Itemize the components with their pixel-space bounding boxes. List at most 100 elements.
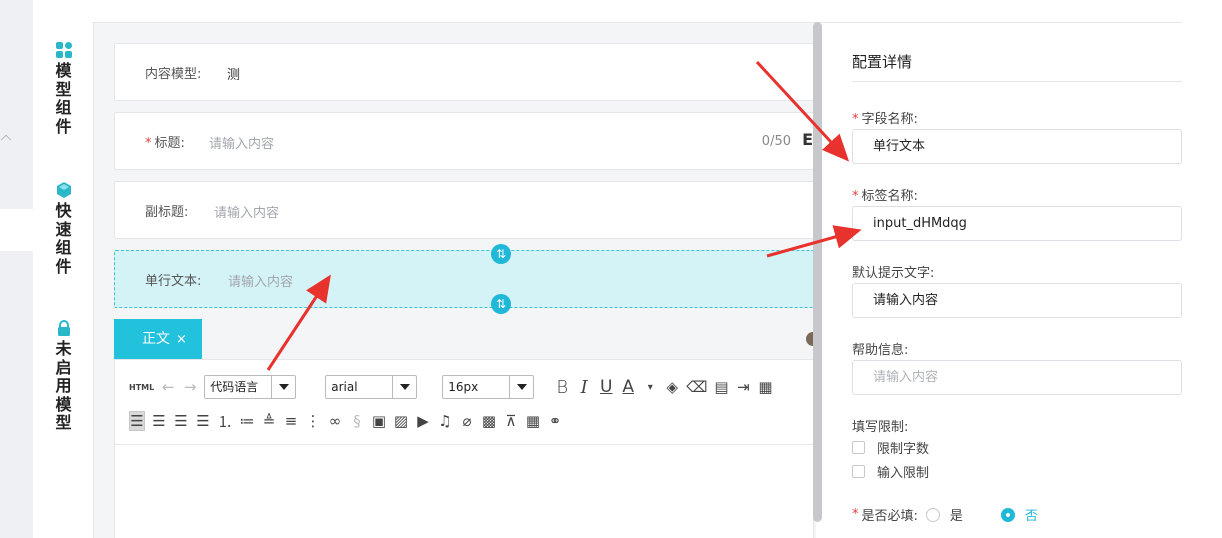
field-label: 副标题:: [145, 205, 189, 220]
radio-yes[interactable]: [925, 507, 940, 522]
field-single-text-selected[interactable]: 单行文本: 请输入内容: [114, 250, 814, 308]
tab-body[interactable]: 正文 ×: [114, 319, 202, 359]
title-char-counter: 0/50: [761, 134, 791, 149]
bold-button[interactable]: B: [554, 377, 570, 398]
eraser-icon[interactable]: ⌫: [686, 378, 707, 396]
tag-name-label: * 标签名称:: [852, 189, 918, 204]
field-title[interactable]: * 标题: 请输入内容 0/50 E: [114, 112, 814, 170]
table-icon[interactable]: ▦: [525, 412, 541, 430]
radio-no[interactable]: [1000, 507, 1015, 522]
unlink-icon[interactable]: §: [349, 412, 365, 430]
required-label: 是否必填:: [861, 509, 918, 524]
limit-chars-checkbox[interactable]: 限制字数: [852, 438, 929, 457]
code-language-select[interactable]: 代码语言: [204, 375, 297, 399]
image-icon[interactable]: ▣: [371, 412, 387, 430]
menu-group-disabled-models[interactable]: 未启用模型: [33, 320, 94, 433]
drag-handle-bottom-icon[interactable]: ⇅: [491, 294, 511, 314]
menu-group-label: 模型组件: [55, 61, 72, 136]
toolbar-row-1: HTML ← → 代码语言 arial 16px B I U A ▾ ◈ ⌫ ▤…: [129, 372, 773, 402]
music-icon[interactable]: ♫: [437, 412, 453, 430]
font-family-select[interactable]: arial: [325, 375, 418, 399]
help-info-input[interactable]: 请输入内容: [852, 360, 1182, 395]
checkbox-label: 输入限制: [877, 466, 930, 481]
outdent-icon[interactable]: ⋮: [305, 412, 321, 430]
rich-text-editor: HTML ← → 代码语言 arial 16px B I U A ▾ ◈ ⌫ ▤…: [114, 359, 815, 538]
field-subtitle[interactable]: 副标题: 请输入内容: [114, 181, 814, 239]
menu-group-model-components[interactable]: 模型组件: [33, 42, 94, 136]
outer-sidebar: [0, 0, 33, 538]
redo-icon[interactable]: →: [182, 378, 198, 396]
chevron-up-icon[interactable]: [0, 134, 12, 146]
subtitle-input[interactable]: 请输入内容: [214, 202, 279, 221]
link-icon[interactable]: ∞: [327, 412, 343, 430]
component-menu: 模型组件 快速组件 未启用模型: [33, 22, 94, 538]
align-center-icon[interactable]: ☰: [173, 412, 189, 430]
unordered-list-icon[interactable]: ≔: [239, 412, 255, 430]
drag-handle-top-icon[interactable]: ⇅: [491, 244, 511, 264]
checkbox-label: 限制字数: [877, 442, 930, 457]
multi-image-icon[interactable]: ▨: [393, 412, 409, 430]
config-panel: 配置详情 * 字段名称: 单行文本 * 标签名称: input_dHMdqg 默认提…: [822, 23, 1222, 538]
search-replace-icon[interactable]: ⚭: [547, 412, 563, 430]
help-info-label: 帮助信息:: [852, 343, 909, 358]
form-canvas: 内容模型: 测 * 标题: 请输入内容 0/50 E 副标题: 请输入内容 单行文…: [94, 23, 816, 538]
default-hint-input[interactable]: 请输入内容: [852, 283, 1182, 318]
default-hint-label: 默认提示文字:: [852, 266, 935, 281]
canvas-scrollbar[interactable]: [813, 22, 822, 522]
field-label: 内容模型:: [145, 67, 202, 82]
input-limit-checkbox[interactable]: 输入限制: [852, 462, 929, 481]
line-height-icon[interactable]: ≜: [261, 412, 277, 430]
tag-name-input[interactable]: input_dHMdqg: [852, 206, 1182, 241]
pagebreak-icon[interactable]: ⊼: [503, 412, 519, 430]
single-text-input[interactable]: 请输入内容: [228, 271, 293, 290]
indent-icon[interactable]: ⇥: [735, 378, 751, 396]
radio-yes-label[interactable]: 是: [950, 505, 963, 524]
menu-group-quick-components[interactable]: 快速组件: [33, 182, 94, 276]
tab-label: 正文: [142, 331, 170, 347]
map-icon[interactable]: ▩: [481, 412, 497, 430]
cube-icon: [56, 182, 71, 198]
required-radio-group: * 是否必填: 是 否: [852, 505, 1038, 524]
toolbar-row-2: ☰ ☰ ☰ ☰ ⒈ ≔ ≜ ≡ ⋮ ∞ § ▣ ▨ ▶ ♫ ⌀ ▩ ⊼ ▦ ⚭: [129, 406, 563, 436]
video-icon[interactable]: ▶: [415, 412, 431, 430]
align-left-icon[interactable]: ☰: [129, 411, 145, 431]
fill-limit-label: 填写限制:: [852, 420, 909, 435]
outer-sidebar-selected-item[interactable]: [0, 209, 33, 251]
font-color-button[interactable]: A: [620, 377, 636, 397]
field-name-label: * 字段名称:: [852, 112, 918, 127]
panel-divider: [852, 81, 1182, 82]
close-icon[interactable]: ×: [176, 332, 187, 347]
grid-icon: [55, 42, 72, 58]
toolbar-divider: [115, 444, 815, 445]
menu-group-label: 快速组件: [55, 201, 72, 276]
content-model-value: 测: [227, 68, 241, 83]
paragraph-spacing-icon[interactable]: ≡: [283, 412, 299, 430]
undo-icon[interactable]: ←: [160, 378, 176, 396]
checkbox-box[interactable]: [852, 441, 865, 454]
field-name-input[interactable]: 单行文本: [852, 129, 1182, 164]
app-root: 模型组件 快速组件 未启用模型 内容模型: 测 *标题: 请输入内容 0/50: [0, 0, 1222, 538]
lock-icon: [57, 320, 70, 336]
paragraph-format-icon[interactable]: ▤: [713, 378, 729, 396]
attachment-icon[interactable]: ⌀: [459, 412, 475, 430]
italic-button[interactable]: I: [576, 377, 592, 398]
font-color-dropdown-icon[interactable]: ▾: [642, 382, 658, 393]
checkbox-box[interactable]: [852, 465, 865, 478]
background-color-icon[interactable]: ◈: [664, 378, 680, 396]
align-justify-icon[interactable]: ☰: [195, 412, 211, 430]
field-content-model[interactable]: 内容模型: 测: [114, 43, 814, 101]
underline-button[interactable]: U: [598, 377, 614, 397]
font-size-select[interactable]: 16px: [442, 375, 535, 399]
editor-tabbar: 正文 ×: [114, 319, 814, 359]
title-input[interactable]: 请输入内容: [209, 133, 274, 152]
ordered-list-icon[interactable]: ⒈: [217, 411, 233, 432]
panel-title: 配置详情: [852, 53, 913, 71]
field-label: * 标题:: [145, 136, 185, 151]
title-truncated-text: E: [802, 130, 813, 149]
radio-no-label[interactable]: 否: [1025, 505, 1038, 524]
align-right-icon[interactable]: ☰: [151, 412, 167, 430]
html-source-button[interactable]: HTML: [129, 383, 154, 392]
menu-group-label: 未启用模型: [55, 339, 72, 432]
paste-icon[interactable]: ▦: [757, 378, 773, 396]
field-label: 单行文本:: [145, 274, 202, 289]
